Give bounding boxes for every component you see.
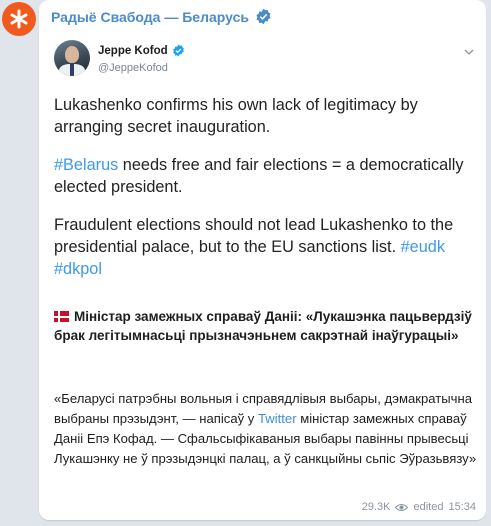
channel-avatar[interactable] (2, 2, 36, 36)
channel-name[interactable]: Радыё Свабода — Беларусь (51, 9, 249, 25)
verified-badge-icon (172, 44, 185, 57)
radio-svaboda-logo-icon (10, 9, 28, 29)
twitter-link[interactable]: Twitter (258, 411, 297, 426)
hashtag-belarus[interactable]: #Belarus (54, 156, 118, 174)
view-count: 29.3K (361, 501, 391, 513)
tweet-embed[interactable]: Jeppe Kofod @JeppeKofod Lukashenko confi… (39, 36, 486, 306)
hashtag-dkpol[interactable]: #dkpol (54, 260, 102, 278)
message-time: 15:34 (448, 501, 476, 513)
tweet-author-name[interactable]: Jeppe Kofod (98, 44, 185, 57)
tweet-text: Lukashenko confirms his own lack of legi… (54, 94, 479, 296)
tweet-paragraph-3: Fraudulent elections should not lead Luk… (54, 214, 479, 280)
edited-label: edited (413, 501, 444, 513)
eye-icon (395, 503, 409, 512)
article-quote: «Беларусі патрэбны вольныя і справядлівы… (54, 389, 479, 469)
tweet-paragraph-1: Lukashenko confirms his own lack of legi… (54, 96, 418, 136)
hashtag-eudk[interactable]: #eudk (401, 238, 445, 256)
tweet-author-avatar[interactable] (54, 40, 90, 76)
verified-badge-icon (255, 8, 272, 25)
channel-title[interactable]: Радыё Свабода — Беларусь (51, 8, 272, 25)
chevron-down-icon[interactable] (464, 48, 474, 56)
message-bubble: Радыё Свабода — Беларусь Jeppe Kofod @Je… (39, 0, 486, 520)
message-meta: 29.3K edited 15:34 (362, 501, 476, 513)
article-headline-text: Міністар замежных справаў Даніі: «Лукашэ… (54, 309, 472, 343)
tweet-paragraph-3-text: Fraudulent elections should not lead Luk… (54, 216, 454, 256)
denmark-flag-icon (54, 311, 69, 322)
tweet-author-handle[interactable]: @JeppeKofod (98, 62, 168, 74)
tweet-author-name-text[interactable]: Jeppe Kofod (98, 45, 168, 57)
tweet-paragraph-2: #Belarus needs free and fair elections =… (54, 154, 479, 198)
article-headline: Міністар замежных справаў Даніі: «Лукашэ… (54, 307, 474, 345)
